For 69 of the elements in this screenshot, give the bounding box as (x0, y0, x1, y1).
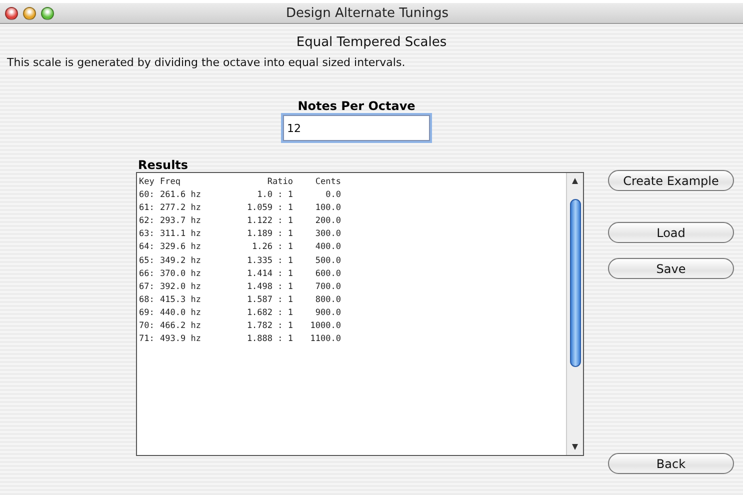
table-cell-text: 1.498 : 1 (246, 280, 293, 294)
notes-per-octave-field[interactable]: 12 (283, 115, 430, 141)
table-cell-text: 67: (139, 280, 156, 294)
table-cell-text: 69: (139, 306, 156, 320)
window-title: Design Alternate Tunings (286, 6, 448, 20)
table-cell-text: 800.0 (314, 294, 341, 307)
table-cell-text: 62: (139, 215, 156, 228)
table-cell-text: 1.0 : 1 (256, 189, 293, 202)
table-cell-text: 329.6 hz (160, 241, 202, 254)
up-arrow-icon[interactable] (571, 177, 579, 185)
table-cell-text: 65: (139, 254, 156, 268)
table-cell-text: 61: (139, 202, 156, 216)
field-label: Notes Per Octave (298, 99, 416, 113)
table-cell-text: 415.3 hz (160, 294, 202, 307)
table-cell-text: 64: (139, 241, 156, 254)
table-cell-text: 1.682 : 1 (246, 306, 293, 320)
table-cell-text: 1000.0 (309, 320, 341, 334)
table-cell-text: 261.6 hz (160, 189, 202, 202)
action-button[interactable]: Load (608, 222, 734, 243)
minimize-button[interactable] (23, 6, 36, 20)
zoom-button[interactable] (41, 6, 54, 20)
action-button[interactable]: Save (608, 258, 734, 279)
table-cell-text: 1.189 : 1 (246, 228, 293, 242)
column-header: Cents (314, 176, 341, 189)
column-header: Freq (160, 176, 182, 189)
table-cell-text: 493.9 hz (160, 333, 202, 346)
table-cell-text: 66: (139, 268, 156, 281)
back-button[interactable]: Back (608, 453, 734, 474)
table-cell-text: 1.26 : 1 (251, 241, 293, 254)
scrollbar[interactable] (566, 173, 583, 455)
table-cell-text: 1.414 : 1 (246, 268, 293, 281)
results-label: Results (138, 158, 190, 172)
table-cell-text: 100.0 (314, 202, 341, 216)
table-cell-text: 60: (139, 189, 156, 202)
table-cell-text: 1.782 : 1 (246, 320, 293, 334)
table-cell-text: 1.122 : 1 (246, 215, 293, 228)
table-cell-text: 700.0 (314, 280, 341, 294)
table-cell-text: 68: (139, 294, 156, 307)
table-cell-text: 349.2 hz (160, 254, 202, 268)
table-cell-text: 1.059 : 1 (246, 202, 293, 216)
table-cell-text: 1.335 : 1 (246, 254, 293, 268)
table-cell-text: 300.0 (314, 228, 341, 242)
close-button[interactable] (5, 6, 18, 20)
table-cell-text: 1.587 : 1 (246, 294, 293, 307)
table-cell-text: 500.0 (314, 254, 341, 268)
scale-heading: Equal Tempered Scales (295, 35, 448, 50)
table-cell-text: 63: (139, 228, 156, 242)
table-cell-text: 400.0 (314, 241, 341, 254)
table-cell-text: 900.0 (314, 306, 341, 320)
table-cell-text: 71: (139, 333, 156, 346)
table-cell-text: 277.2 hz (160, 202, 202, 216)
table-cell-text: 293.7 hz (160, 215, 202, 228)
table-cell-text: 440.0 hz (160, 306, 202, 320)
action-button[interactable]: Create Example (608, 170, 734, 191)
table-cell-text: 70: (139, 320, 156, 334)
table-cell-text: 392.0 hz (160, 280, 202, 294)
column-header: Ratio (266, 176, 293, 189)
description-text: This scale is generated by dividing the octave into equal sized intervals. (7, 56, 406, 69)
table-cell-text: 1100.0 (309, 333, 341, 346)
table-cell-text: 370.0 hz (160, 268, 202, 281)
table-cell-text: 200.0 (314, 215, 341, 228)
column-header: Key (139, 176, 156, 189)
down-arrow-icon[interactable] (571, 443, 579, 451)
table-cell-text: 311.1 hz (160, 228, 202, 242)
table-cell-text: 0.0 (324, 189, 341, 202)
table-cell-text: 600.0 (314, 268, 341, 281)
scroll-thumb[interactable] (570, 199, 580, 367)
table-cell-text: 466.2 hz (160, 320, 202, 334)
table-cell-text: 1.888 : 1 (246, 333, 293, 346)
